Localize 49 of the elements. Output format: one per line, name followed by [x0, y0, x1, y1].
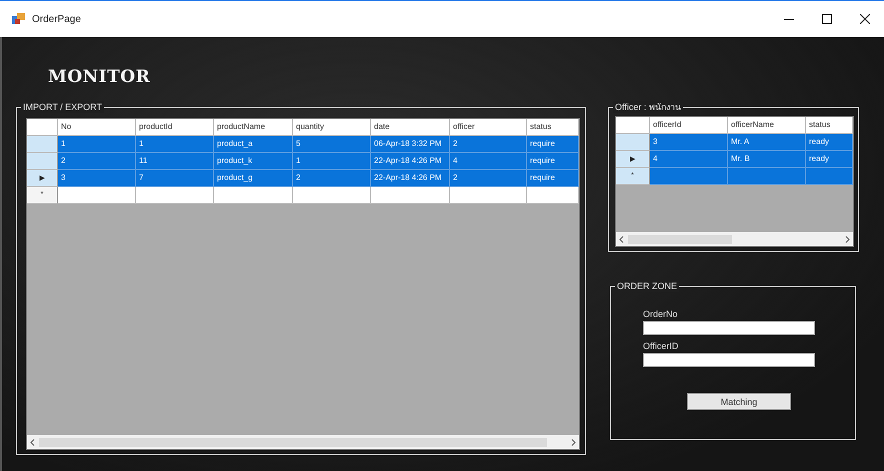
table-cell: 3 — [61, 173, 66, 182]
maximize-icon[interactable] — [822, 14, 832, 24]
table-cell: 1 — [139, 139, 144, 148]
table-cell: 5 — [296, 139, 300, 148]
table-cell: require — [530, 173, 555, 182]
table-cell: 22-Apr-18 4:26 PM — [374, 156, 442, 165]
scrollbar[interactable] — [616, 232, 853, 246]
scroll-left-icon[interactable] — [30, 438, 35, 446]
table-cell: 2 — [296, 173, 300, 182]
table-cell: 2 — [453, 173, 458, 182]
table-cell: 11 — [139, 156, 148, 165]
table-cell: product_g — [217, 173, 253, 182]
table-cell: 3 — [653, 137, 658, 146]
table-cell: Mr. B — [731, 154, 750, 163]
table-cell: ready — [809, 154, 830, 163]
table-cell: require — [530, 139, 555, 148]
table-cell: 06-Apr-18 3:32 PM — [374, 139, 442, 148]
window-title: OrderPage — [32, 14, 81, 24]
table-cell: 1 — [61, 139, 66, 148]
table-cell: 1 — [296, 156, 300, 165]
table-cell: 7 — [139, 173, 144, 182]
scroll-right-icon[interactable] — [845, 236, 850, 242]
field-label: OfficerID — [643, 341, 680, 351]
app-icon — [12, 13, 26, 25]
table-cell: product_a — [217, 139, 253, 148]
table-cell: 4 — [453, 156, 458, 165]
matching-button[interactable]: Matching — [687, 393, 791, 410]
table-cell: product_k — [217, 156, 252, 165]
table-cell: ready — [809, 137, 830, 146]
scroll-right-icon[interactable] — [571, 438, 576, 446]
table-cell: 2 — [61, 156, 66, 165]
scroll-left-icon[interactable] — [619, 236, 624, 242]
input-field[interactable] — [643, 353, 815, 367]
table-cell: Mr. A — [731, 137, 750, 146]
group-title: Officer : พนักงาน — [613, 101, 683, 113]
group-title: ORDER ZONE — [615, 280, 680, 292]
input-field[interactable] — [643, 321, 815, 335]
field-label: OrderNo — [643, 309, 679, 319]
table-row[interactable]: 2 11 product_k 1 22-Apr-18 4:26 PM 4 require — [27, 153, 579, 170]
scrollbar[interactable] — [27, 435, 579, 449]
table-row[interactable]: 1 1 product_a 5 06-Apr-18 3:32 PM 2 require — [27, 136, 579, 153]
group-title: IMPORT / EXPORT — [21, 101, 104, 113]
close-icon[interactable] — [860, 14, 870, 24]
page-heading: MONITOR — [48, 67, 150, 89]
table-cell: 2 — [453, 139, 458, 148]
table-row[interactable]: 3 Mr. A ready — [616, 134, 853, 151]
table-cell: 4 — [653, 154, 658, 163]
table-cell: 22-Apr-18 4:26 PM — [374, 173, 442, 182]
table-cell: require — [530, 156, 555, 165]
